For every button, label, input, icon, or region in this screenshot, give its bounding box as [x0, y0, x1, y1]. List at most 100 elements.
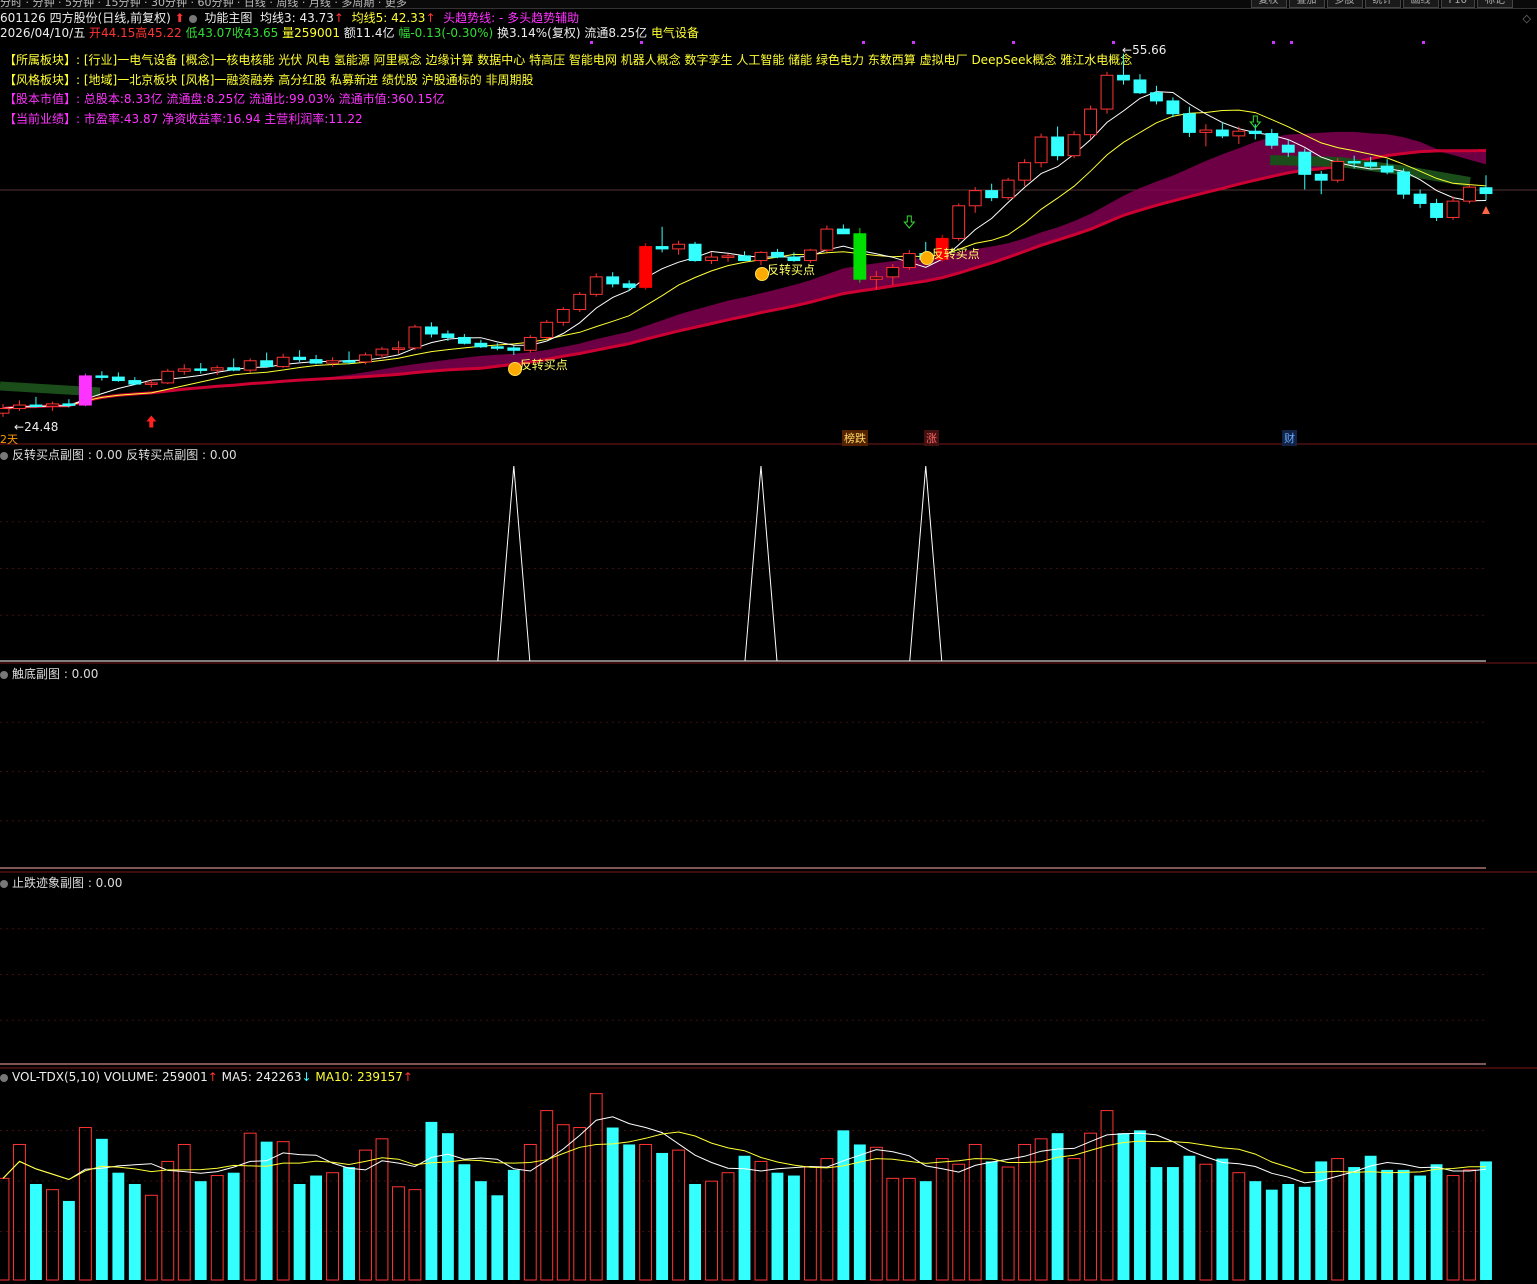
volume-bar: [985, 1161, 998, 1280]
vol-dot-icon[interactable]: [0, 1073, 8, 1082]
candle-body: [672, 243, 686, 250]
candle-body: [29, 404, 43, 408]
volume-bar: [623, 1144, 636, 1280]
volume-bar: [1134, 1130, 1146, 1280]
candle-body: [968, 190, 982, 207]
candle-body: [210, 367, 224, 371]
volume-bar: [1034, 1138, 1048, 1281]
top-dot-marker: [590, 41, 593, 44]
volume-bar: [227, 1172, 240, 1280]
panel1-dot-icon[interactable]: [0, 451, 8, 460]
volume-bar: [1265, 1189, 1278, 1280]
volume-bar: [1001, 1166, 1015, 1281]
candle-body: [1084, 108, 1097, 136]
candle-body: [523, 336, 537, 351]
candle-body: [293, 356, 307, 361]
volume-bar: [474, 1181, 487, 1280]
volume-bar: [1348, 1167, 1361, 1280]
candle-body: [111, 376, 125, 382]
candle-body: [1331, 161, 1345, 181]
candle-body: [589, 276, 603, 295]
candle-body: [375, 348, 389, 356]
candle-body: [853, 233, 867, 280]
vol-ma10-label: MA10: 239157: [315, 1070, 403, 1084]
panel2-title: 触底副图 : 0.00: [0, 665, 98, 682]
reversal-spike: [497, 465, 531, 662]
candle-body: [1265, 133, 1279, 146]
candle-body: [1281, 144, 1295, 153]
panel2-dot-icon[interactable]: [0, 670, 8, 679]
candle-body: [771, 251, 784, 258]
volume-bar: [1249, 1181, 1262, 1280]
volume-bar: [458, 1164, 471, 1280]
vol-label: VOL-TDX(5,10) VOLUME: 259001: [12, 1070, 208, 1084]
candle-body: [1018, 162, 1032, 181]
candle-body: [260, 360, 274, 368]
volume-bar: [128, 1184, 141, 1280]
candle-body: [1182, 113, 1196, 133]
candle-body: [1133, 79, 1147, 94]
candle-body: [424, 326, 438, 335]
volume-bar: [1480, 1161, 1492, 1280]
volume-bar: [425, 1121, 438, 1280]
candle-body: [474, 342, 488, 348]
volume-bar: [112, 1172, 125, 1280]
candle-body: [62, 403, 76, 406]
candle-body: [78, 375, 92, 406]
top-dot-marker: [1112, 41, 1115, 44]
volume-bar: [1150, 1167, 1163, 1280]
volume-bar: [310, 1175, 323, 1280]
top-dot-marker: [1422, 41, 1425, 44]
candle-body: [1364, 162, 1378, 167]
candle-body: [1034, 136, 1048, 164]
volume-bar: [1166, 1167, 1179, 1280]
candle-body: [95, 375, 109, 378]
diamond-icon[interactable]: ◇: [1523, 12, 1531, 25]
candle-body: [490, 346, 504, 349]
ma-band-line: [2, 149, 1487, 410]
volume-bar: [375, 1138, 389, 1281]
volume-bar: [30, 1184, 42, 1280]
candle-body: [1166, 100, 1180, 115]
candle-body: [1100, 74, 1114, 110]
volume-bar: [1397, 1169, 1410, 1280]
volume-bar: [243, 1132, 257, 1281]
volume-bar: [656, 1152, 669, 1280]
vol-ma10-up-arrow-icon: ↑: [402, 1070, 413, 1084]
volume-bar: [689, 1184, 701, 1280]
candle-body: [46, 403, 59, 407]
candle-body: [1380, 165, 1394, 173]
candle-body: [392, 347, 405, 350]
tag-bang-die[interactable]: 榜跌: [842, 430, 868, 446]
candle-body: [1117, 74, 1130, 81]
volume-bar: [95, 1138, 108, 1280]
green-down-arrow-icon: [903, 215, 916, 229]
top-dot-marker: [862, 41, 865, 44]
volume-bar: [343, 1167, 355, 1280]
tag-zhang[interactable]: 涨: [924, 430, 939, 446]
volume-bar: [902, 1177, 916, 1281]
volume-bar: [919, 1181, 932, 1280]
volume-bar: [392, 1186, 405, 1281]
tag-cai[interactable]: 财: [1282, 430, 1297, 446]
candle-body: [227, 367, 241, 371]
candle-body: [1413, 193, 1427, 204]
reversal-signal-label: 反转买点: [931, 247, 980, 261]
top-dot-marker: [1272, 41, 1275, 44]
left-day-label: 2天: [0, 433, 18, 446]
candle-body: [0, 408, 10, 414]
panel3-dot-icon[interactable]: [0, 879, 8, 888]
candle-body: [177, 368, 191, 372]
candle-body: [738, 255, 751, 262]
candle-body: [1298, 151, 1312, 175]
candle-body: [886, 267, 900, 278]
candle-body: [1479, 187, 1493, 195]
candle-body: [1199, 129, 1213, 133]
candle-body: [1347, 161, 1361, 164]
volume-bar: [589, 1093, 603, 1281]
main-chart-svg[interactable]: [0, 0, 1537, 1284]
volume-bar: [886, 1177, 900, 1281]
candle-body: [1430, 202, 1443, 218]
volume-bar: [1051, 1133, 1064, 1280]
candle-body: [556, 308, 570, 323]
